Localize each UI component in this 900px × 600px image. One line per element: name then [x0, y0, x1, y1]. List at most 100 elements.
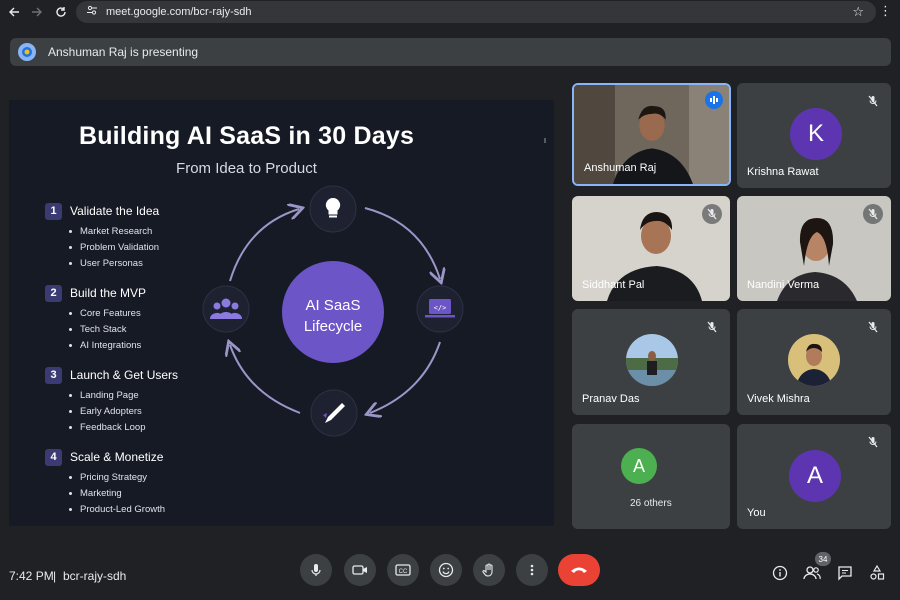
meeting-controls-bar: 7:42 PM | bcr-rajy-sdh CC	[0, 542, 900, 600]
step-item: 3 Launch & Get Users Landing Page Early …	[45, 366, 178, 435]
others-avatar: A	[621, 448, 657, 484]
others-count-label: 26 others	[630, 498, 672, 509]
slide-cursor-mark	[544, 138, 546, 143]
center-label-line2: Lifecycle	[304, 318, 362, 335]
cycle-arrow	[229, 209, 299, 282]
browser-menu-icon[interactable]: ⋮	[879, 3, 892, 19]
participant-name: Vivek Mishra	[747, 393, 810, 405]
captions-icon: CC	[395, 564, 411, 576]
presenting-text: Anshuman Raj is presenting	[48, 45, 199, 59]
users-icon	[202, 285, 250, 333]
activities-icon[interactable]	[868, 564, 886, 582]
step-number: 3	[45, 366, 62, 384]
raise-hand-button[interactable]	[473, 554, 505, 586]
avatar-initial: A	[632, 455, 645, 476]
meeting-time: 7:42 PM	[9, 569, 54, 583]
step-bullet: Market Research	[69, 223, 178, 239]
step-bullet: AI Integrations	[69, 337, 178, 353]
step-item: 4 Scale & Monetize Pricing Strategy Mark…	[45, 448, 178, 517]
speaking-indicator	[705, 91, 723, 109]
cycle-arrow	[230, 345, 301, 414]
participant-name: Anshuman Raj	[584, 162, 657, 174]
more-vert-icon	[530, 564, 534, 576]
end-call-icon	[571, 567, 587, 573]
avatar-initial: A	[806, 462, 823, 489]
emoji-icon	[438, 562, 454, 578]
forward-arrow-icon[interactable]	[26, 1, 48, 23]
svg-text:</>: </>	[434, 304, 447, 312]
participant-tile[interactable]: Anshuman Raj	[572, 83, 731, 186]
participant-name: You	[747, 507, 766, 519]
hand-icon	[482, 563, 493, 577]
slide-subtitle: From Idea to Product	[176, 160, 317, 177]
step-bullet: Core Features	[69, 305, 178, 321]
step-bullet: Tech Stack	[69, 321, 178, 337]
participant-name: Siddhant Pal	[582, 279, 645, 291]
step-bullet: Feedback Loop	[69, 419, 178, 435]
presentation-slide: Building AI SaaS in 30 Days From Idea to…	[9, 100, 554, 526]
step-title: Build the MVP	[70, 286, 147, 300]
lifecycle-diagram: AI SaaS Lifecycle </>	[202, 185, 464, 437]
participant-avatar: K	[790, 108, 842, 160]
step-bullet: Marketing	[69, 485, 178, 501]
step-bullet: Landing Page	[69, 387, 178, 403]
separator: |	[53, 569, 57, 583]
participant-avatar	[626, 334, 678, 386]
microphone-button[interactable]	[300, 554, 332, 586]
step-bullet: Early Adopters	[69, 403, 178, 419]
step-bullet: Problem Validation	[69, 239, 178, 255]
participant-tile[interactable]: Nandini Verma	[737, 196, 891, 301]
url-text[interactable]: meet.google.com/bcr-rajy-sdh	[106, 6, 252, 18]
reload-icon[interactable]	[50, 1, 72, 23]
step-title: Scale & Monetize	[70, 450, 164, 464]
step-number: 4	[45, 448, 62, 466]
mic-off-icon	[863, 204, 883, 224]
meeting-info-icon[interactable]	[771, 564, 789, 582]
presenter-avatar	[18, 43, 36, 61]
mic-off-icon	[863, 91, 883, 111]
step-bullet: Product-Led Growth	[69, 501, 178, 517]
mic-off-icon	[702, 204, 722, 224]
leave-call-button[interactable]	[558, 554, 600, 586]
microphone-icon	[311, 564, 321, 576]
participant-name: Krishna Rawat	[747, 166, 819, 178]
others-tile[interactable]: A 26 others	[572, 424, 730, 529]
participant-tile[interactable]: Siddhant Pal	[572, 196, 730, 301]
cycle-arrow	[370, 341, 441, 413]
back-arrow-icon[interactable]	[3, 1, 25, 23]
mic-off-icon	[863, 432, 883, 452]
address-bar[interactable]: meet.google.com/bcr-rajy-sdh ☆	[76, 1, 876, 23]
chat-icon[interactable]	[836, 564, 854, 582]
people-count-badge: 34	[815, 552, 831, 566]
participant-tile[interactable]: K Krishna Rawat	[737, 83, 891, 188]
participant-name: Nandini Verma	[747, 279, 820, 291]
slide-title: Building AI SaaS in 30 Days	[78, 122, 415, 150]
site-info-icon[interactable]	[86, 3, 98, 21]
meeting-code: bcr-rajy-sdh	[63, 569, 127, 583]
svg-text:CC: CC	[399, 569, 408, 575]
step-number: 2	[45, 284, 62, 302]
participant-tile-self[interactable]: A You	[737, 424, 891, 529]
rocket-icon	[310, 389, 358, 437]
presenting-banner: Anshuman Raj is presenting	[10, 38, 891, 66]
center-label-line1: AI SaaS	[305, 297, 360, 314]
mic-off-icon	[863, 317, 883, 337]
step-bullet: Pricing Strategy	[69, 469, 178, 485]
camera-button[interactable]	[344, 554, 376, 586]
step-item: 2 Build the MVP Core Features Tech Stack…	[45, 284, 178, 353]
more-options-button[interactable]	[516, 554, 548, 586]
bookmark-star-icon[interactable]: ☆	[852, 4, 864, 20]
step-bullet: User Personas	[69, 255, 178, 271]
mic-off-icon	[702, 317, 722, 337]
cycle-arrow	[364, 207, 440, 279]
reactions-button[interactable]	[430, 554, 462, 586]
captions-button[interactable]: CC	[387, 554, 419, 586]
people-icon[interactable]	[803, 564, 821, 582]
step-number: 1	[45, 202, 62, 220]
code-laptop-icon: </>	[416, 285, 464, 333]
avatar-initial: K	[807, 120, 824, 147]
step-title: Validate the Idea	[70, 204, 160, 218]
camera-icon	[352, 565, 367, 575]
participant-tile[interactable]: Vivek Mishra	[737, 309, 891, 415]
participant-tile[interactable]: Pranav Das	[572, 309, 730, 415]
